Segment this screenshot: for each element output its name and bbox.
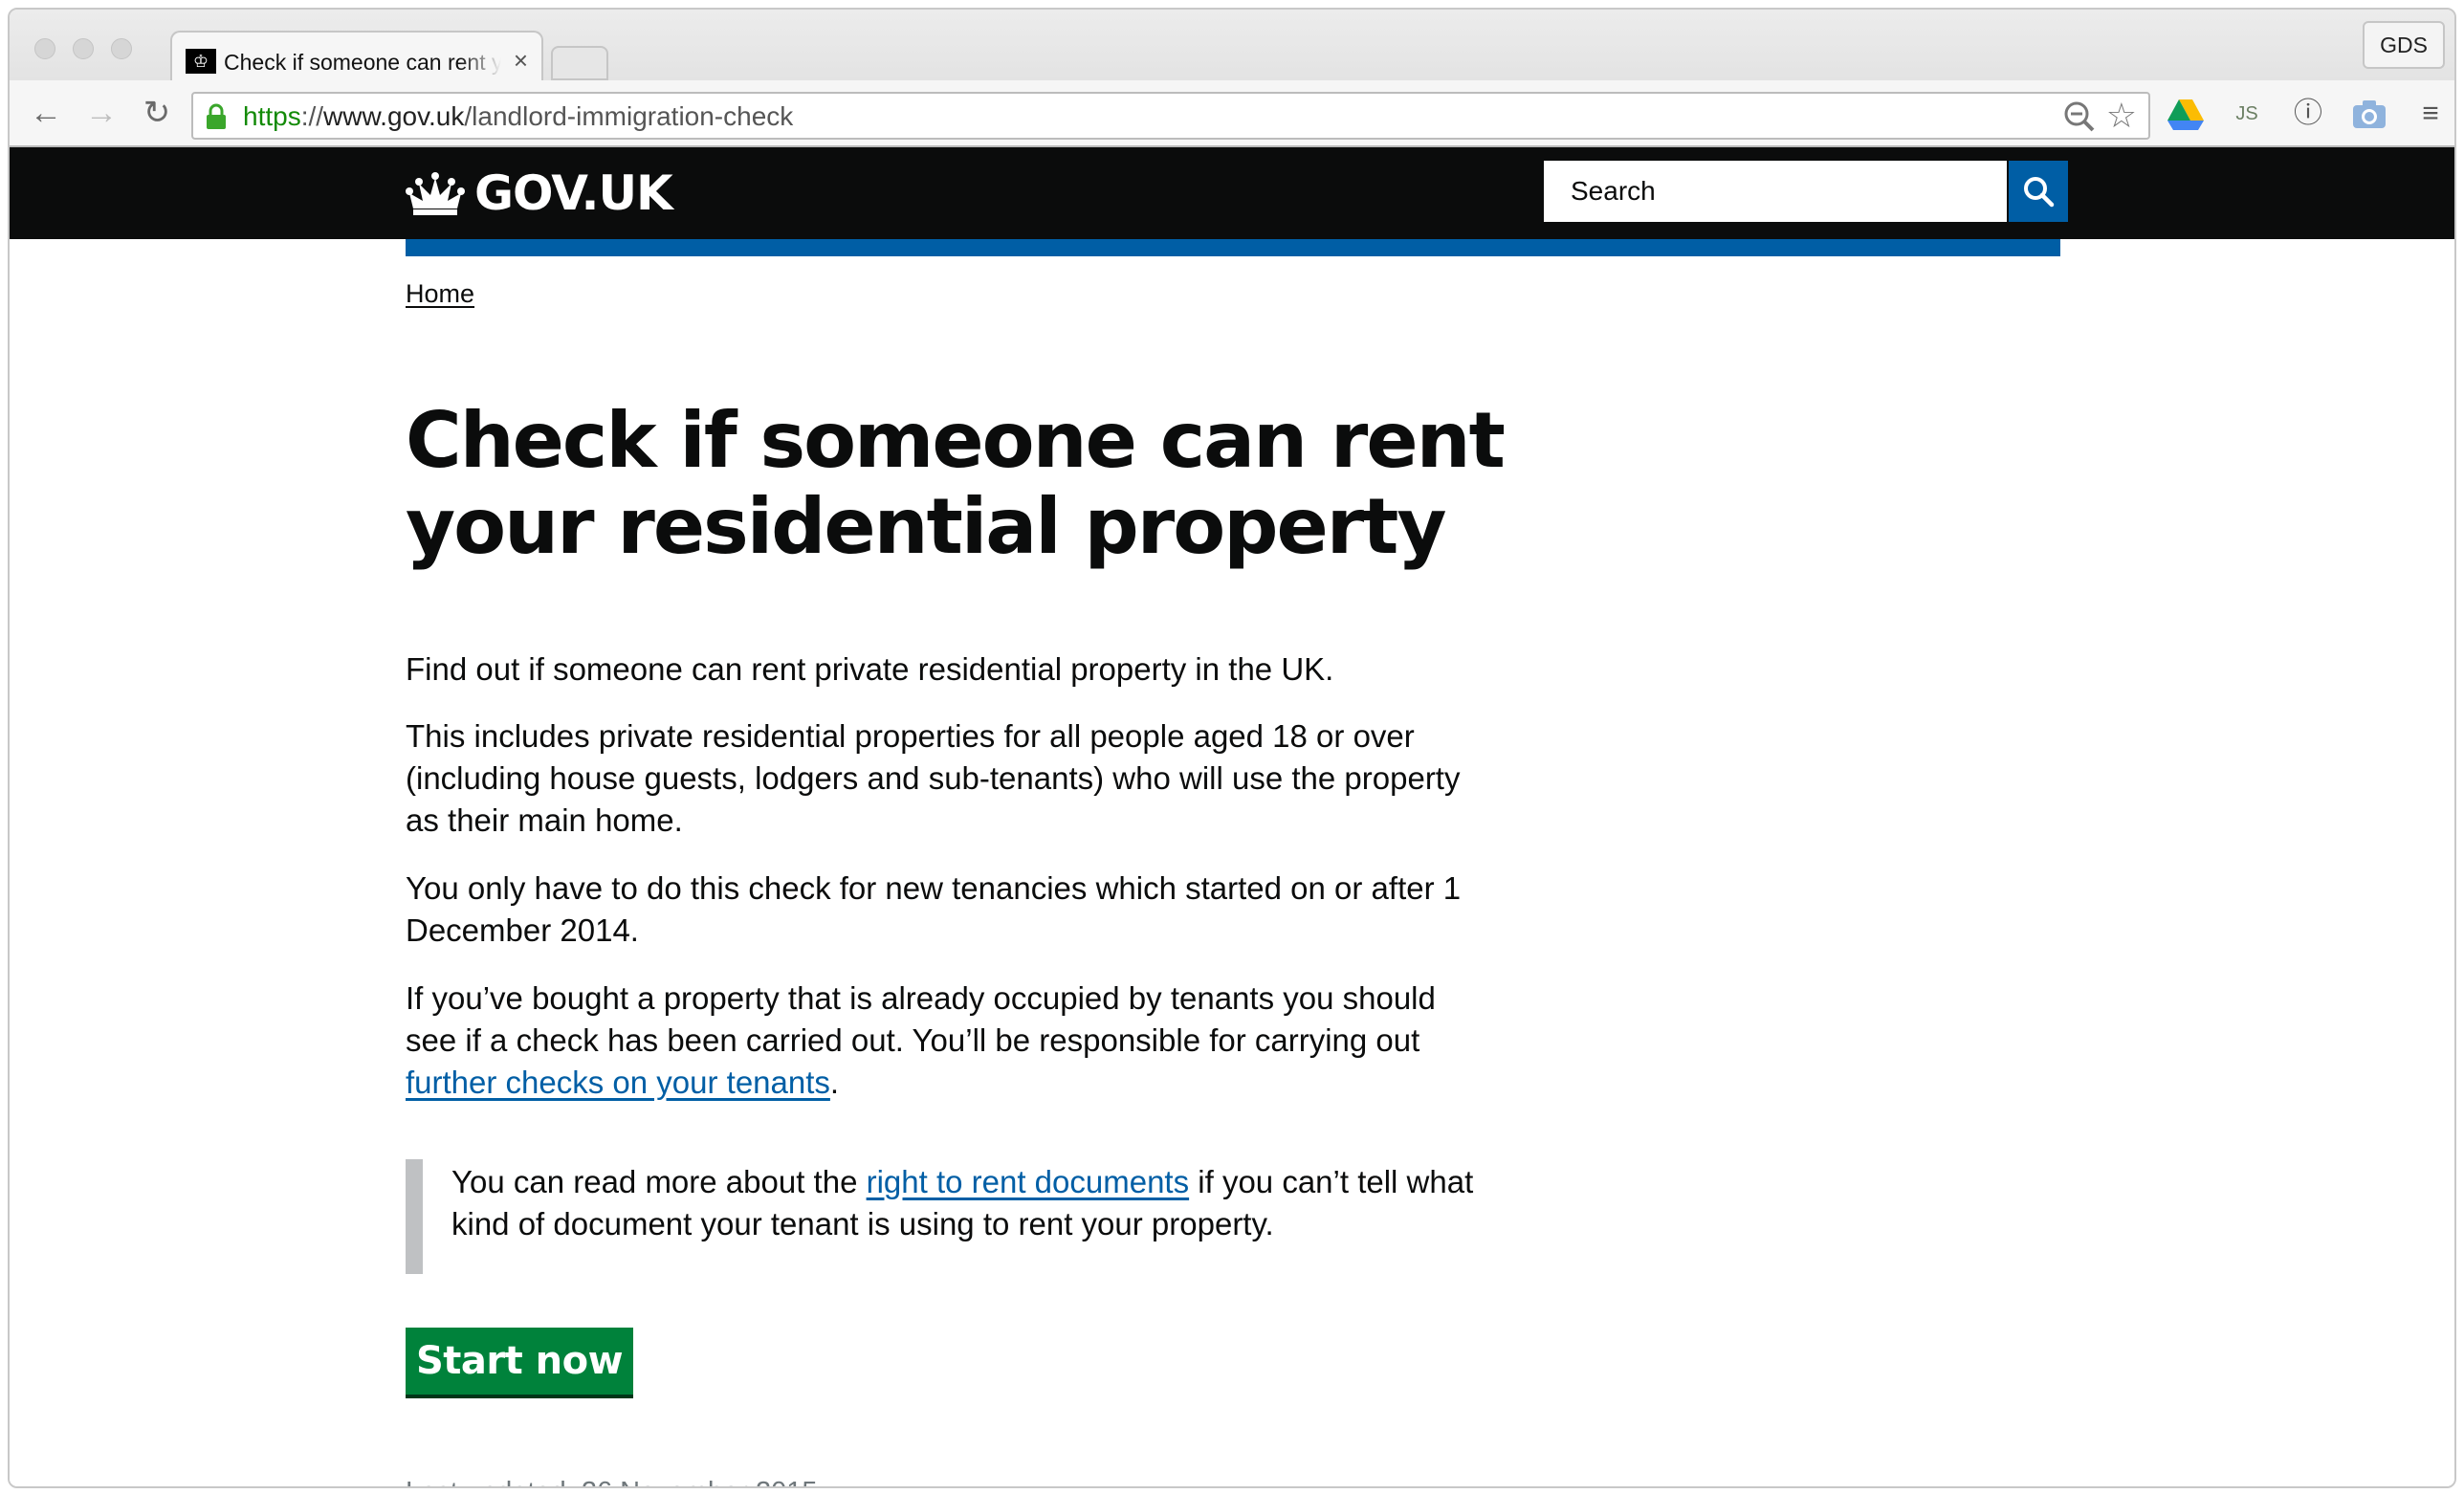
page-viewport: GOV.UK Home Check if someone can rent yo… bbox=[10, 147, 2454, 1486]
javascript-extension-icon[interactable]: JS bbox=[2227, 94, 2267, 134]
last-updated-text: Last updated: 26 November 2015 bbox=[406, 1477, 817, 1486]
govuk-header: GOV.UK bbox=[10, 147, 2454, 239]
zoom-out-icon[interactable] bbox=[2062, 99, 2097, 134]
tab-close-icon[interactable]: × bbox=[514, 46, 528, 75]
browser-window: ♔ Check if someone can rent your residen… bbox=[8, 8, 2456, 1488]
back-arrow-icon[interactable]: ← bbox=[27, 94, 65, 132]
new-tab-button[interactable] bbox=[551, 46, 608, 80]
close-window-button[interactable] bbox=[34, 38, 55, 59]
minimize-window-button[interactable] bbox=[73, 38, 94, 59]
maximize-window-button[interactable] bbox=[111, 38, 132, 59]
google-drive-icon[interactable] bbox=[2166, 94, 2206, 134]
search-icon bbox=[2024, 177, 2055, 208]
tenancy-date-paragraph: You only have to do this check for new t… bbox=[406, 870, 1462, 948]
address-bar[interactable]: https://www.gov.uk/landlord-immigration-… bbox=[191, 92, 2150, 140]
password-manager-icon[interactable]: ⓘ bbox=[2288, 94, 2328, 134]
site-search bbox=[1544, 161, 2068, 222]
tab-strip: ♔ Check if someone can rent your residen… bbox=[10, 10, 2454, 84]
browser-toolbar: ← → ↻ https://www.gov.uk/landlord-immigr… bbox=[10, 80, 2454, 147]
govuk-logo-link[interactable]: GOV.UK bbox=[406, 165, 673, 222]
govuk-logo-text: GOV.UK bbox=[474, 165, 673, 221]
url-text[interactable]: https://www.gov.uk/landlord-immigration-… bbox=[243, 101, 793, 132]
page-title: Check if someone can rent your residenti… bbox=[406, 396, 1506, 571]
breadcrumb-home[interactable]: Home bbox=[406, 279, 474, 309]
profile-button[interactable]: GDS bbox=[2363, 21, 2445, 69]
eligibility-paragraph: This includes private residential proper… bbox=[406, 718, 1461, 838]
camera-icon[interactable] bbox=[2349, 94, 2389, 134]
browser-tab-active[interactable]: ♔ Check if someone can rent your residen… bbox=[170, 31, 543, 84]
reload-icon[interactable]: ↻ bbox=[138, 94, 176, 132]
browser-menu-icon[interactable]: ≡ bbox=[2410, 94, 2451, 134]
search-input[interactable] bbox=[1544, 161, 2007, 222]
existing-tenants-paragraph: If you’ve bought a property that is alre… bbox=[406, 980, 1436, 1100]
inset-text: You can read more about the right to ren… bbox=[406, 1159, 1486, 1274]
intro-paragraph: Find out if someone can rent private res… bbox=[406, 651, 1334, 687]
start-now-button[interactable]: Start now bbox=[406, 1328, 633, 1395]
right-to-rent-documents-link[interactable]: right to rent documents bbox=[867, 1164, 1190, 1199]
search-button[interactable] bbox=[2009, 161, 2068, 222]
crown-icon bbox=[406, 172, 465, 215]
tab-title: Check if someone can rent your residenti… bbox=[224, 50, 501, 75]
bookmark-star-icon[interactable]: ☆ bbox=[2106, 98, 2137, 134]
header-blue-bar bbox=[406, 239, 2060, 256]
further-checks-link[interactable]: further checks on your tenants bbox=[406, 1065, 830, 1100]
lock-icon bbox=[207, 103, 226, 129]
forward-arrow-icon[interactable]: → bbox=[82, 94, 121, 132]
govuk-favicon-icon: ♔ bbox=[186, 49, 216, 74]
